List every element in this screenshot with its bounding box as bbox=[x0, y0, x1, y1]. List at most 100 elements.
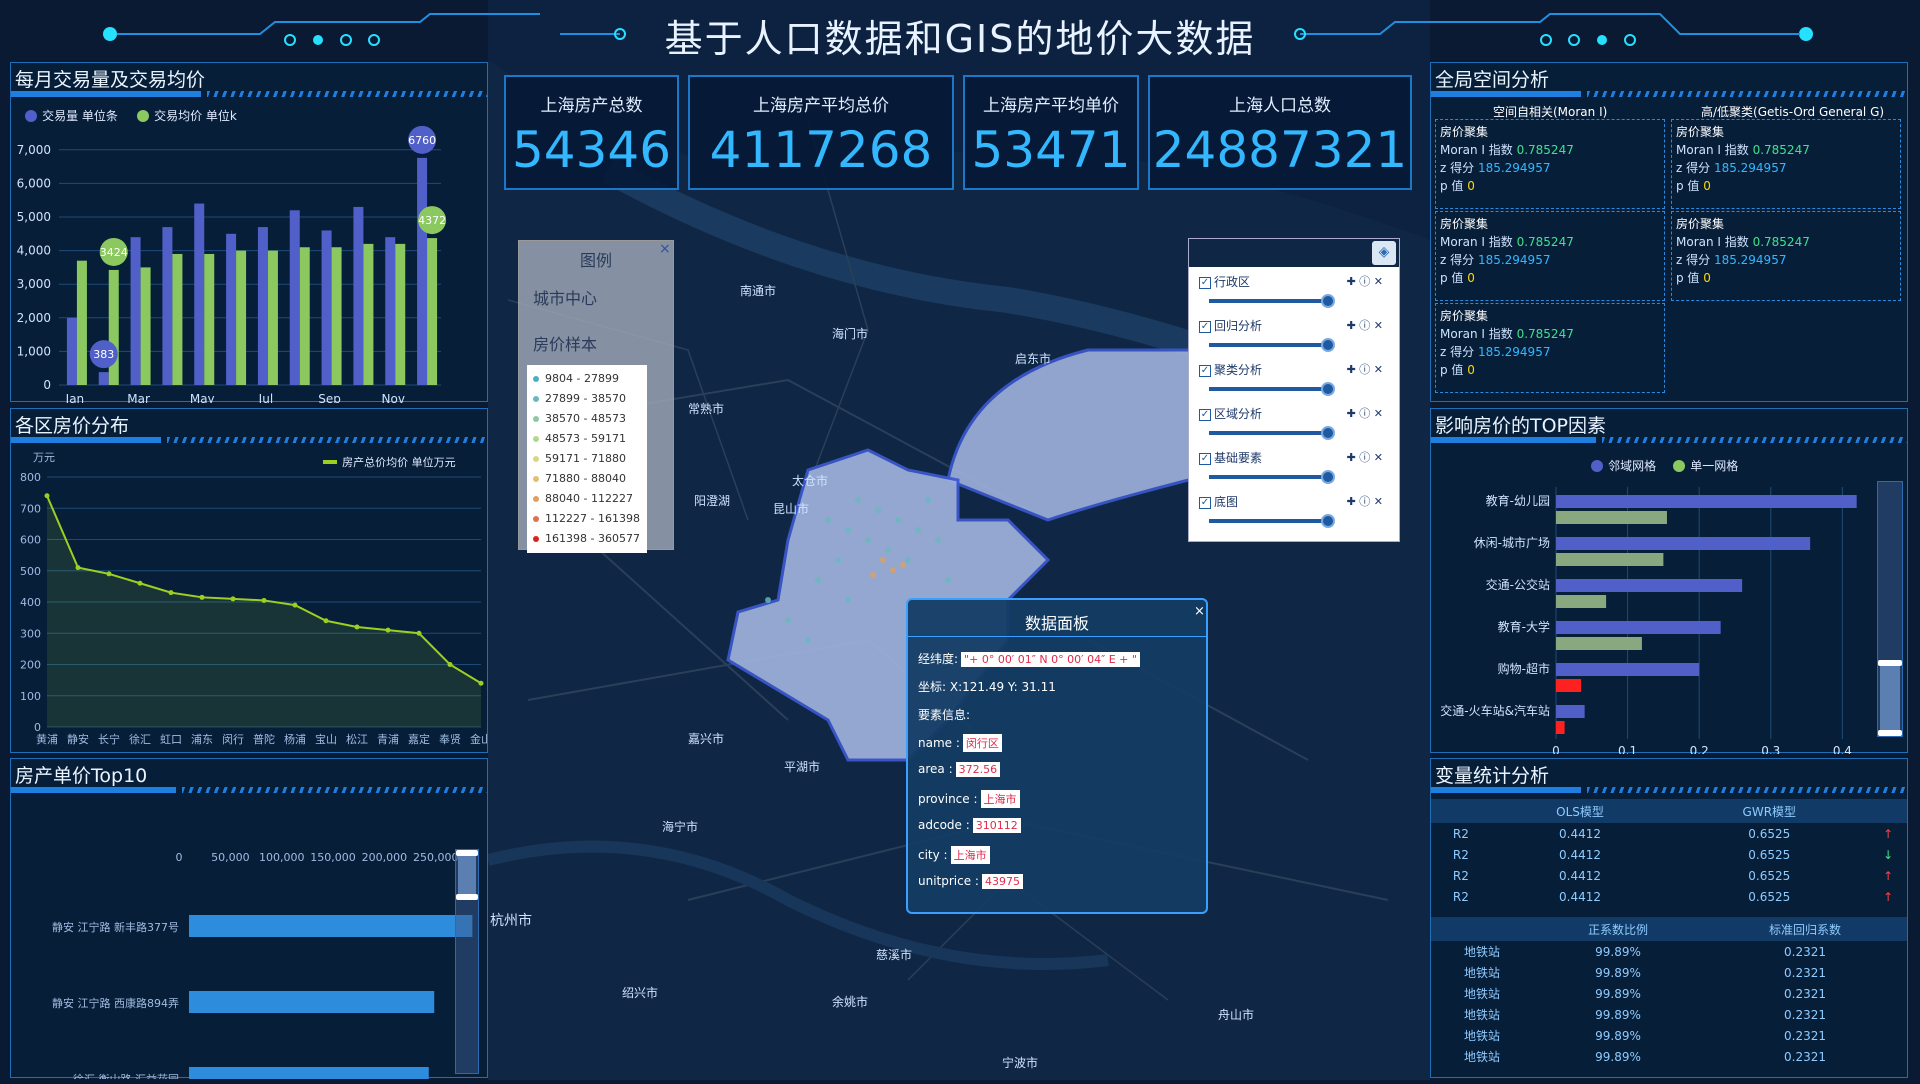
bar[interactable] bbox=[226, 233, 237, 385]
opacity-slider[interactable] bbox=[1209, 338, 1335, 352]
bar[interactable] bbox=[299, 247, 310, 385]
bar[interactable] bbox=[189, 1067, 429, 1079]
layer-item[interactable]: ✓ 基础要素 ✚ ⓘ ✕ bbox=[1199, 449, 1389, 493]
layer-label: 区域分析 bbox=[1214, 407, 1263, 421]
bar[interactable] bbox=[1556, 721, 1565, 734]
field-key: adcode : bbox=[918, 818, 970, 832]
y-tick-label: 400 bbox=[20, 596, 41, 609]
bar[interactable] bbox=[130, 237, 141, 385]
layer-item[interactable]: ✓ 区域分析 ✚ ⓘ ✕ bbox=[1199, 405, 1389, 449]
y-tick-label: 700 bbox=[20, 502, 41, 515]
opacity-slider[interactable] bbox=[1209, 470, 1335, 484]
bar[interactable] bbox=[204, 253, 215, 385]
line-point[interactable] bbox=[137, 580, 143, 586]
line-point[interactable] bbox=[75, 565, 81, 571]
bar[interactable] bbox=[1556, 495, 1857, 508]
line-point[interactable] bbox=[199, 594, 205, 600]
bar[interactable] bbox=[108, 269, 119, 385]
bar[interactable] bbox=[331, 247, 342, 385]
bar[interactable] bbox=[1556, 579, 1743, 592]
checkbox-icon[interactable]: ✓ bbox=[1199, 276, 1211, 289]
bar[interactable] bbox=[1556, 553, 1664, 566]
layer-tools-icon[interactable]: ✚ ⓘ ✕ bbox=[1347, 317, 1383, 333]
layer-tools-icon[interactable]: ✚ ⓘ ✕ bbox=[1347, 361, 1383, 377]
checkbox-icon[interactable]: ✓ bbox=[1199, 364, 1211, 377]
line-point[interactable] bbox=[261, 597, 267, 603]
line-point[interactable] bbox=[168, 590, 174, 596]
bar[interactable] bbox=[189, 915, 473, 937]
layer-tools-icon[interactable]: ✚ ⓘ ✕ bbox=[1347, 449, 1383, 465]
y-tick-label: 5,000 bbox=[17, 210, 51, 224]
x-tick-label: 松江 bbox=[346, 732, 368, 746]
line-point[interactable] bbox=[354, 624, 360, 630]
layer-tools-icon[interactable]: ✚ ⓘ ✕ bbox=[1347, 493, 1383, 509]
close-icon[interactable]: × bbox=[1194, 604, 1205, 619]
line-point[interactable] bbox=[106, 571, 112, 577]
bar[interactable] bbox=[289, 210, 300, 385]
line-point[interactable] bbox=[447, 662, 453, 667]
bar[interactable] bbox=[172, 253, 183, 385]
layers-icon[interactable]: ◈ bbox=[1372, 241, 1396, 265]
zoom-slider[interactable] bbox=[455, 849, 479, 1074]
x-tick-label: Sep bbox=[318, 392, 341, 403]
bar[interactable] bbox=[189, 991, 435, 1013]
checkbox-icon[interactable]: ✓ bbox=[1199, 496, 1211, 509]
bar[interactable] bbox=[1556, 663, 1700, 676]
bar[interactable] bbox=[385, 237, 396, 385]
bar[interactable] bbox=[1556, 705, 1585, 718]
layer-tools-icon[interactable]: ✚ ⓘ ✕ bbox=[1347, 405, 1383, 421]
bar[interactable] bbox=[140, 267, 151, 385]
x-tick-label: 250,000 bbox=[413, 851, 459, 864]
bar[interactable] bbox=[98, 372, 109, 385]
bar[interactable] bbox=[194, 203, 205, 385]
x-tick-label: 青浦 bbox=[377, 733, 399, 746]
table-cell: 0.4412 bbox=[1559, 847, 1601, 862]
line-area bbox=[47, 495, 481, 727]
opacity-slider[interactable] bbox=[1209, 514, 1335, 528]
close-icon[interactable]: × bbox=[659, 241, 671, 257]
zoom-slider[interactable] bbox=[1877, 481, 1903, 737]
chart-legend[interactable]: 交易量 单位条 交易均价 单位k bbox=[25, 105, 237, 124]
opacity-slider[interactable] bbox=[1209, 382, 1335, 396]
line-point[interactable] bbox=[292, 602, 298, 608]
layer-item[interactable]: ✓ 底图 ✚ ⓘ ✕ bbox=[1199, 493, 1389, 537]
line-point[interactable] bbox=[385, 627, 391, 633]
bar[interactable] bbox=[395, 243, 406, 385]
legend-item: 71880 - 88040 bbox=[529, 469, 645, 489]
layer-item[interactable]: ✓ 聚类分析 ✚ ⓘ ✕ bbox=[1199, 361, 1389, 405]
layer-item[interactable]: ✓ 回归分析 ✚ ⓘ ✕ bbox=[1199, 317, 1389, 361]
line-point[interactable] bbox=[323, 618, 329, 624]
bar[interactable] bbox=[363, 243, 374, 385]
variables-panel: 变量统计分析 OLS模型 GWR模型 R2 0.4412 0.6525 ↑ R2 0.4412… bbox=[1430, 758, 1908, 1078]
bar[interactable] bbox=[162, 227, 173, 385]
checkbox-icon[interactable]: ✓ bbox=[1199, 408, 1211, 421]
bar[interactable] bbox=[1556, 679, 1582, 692]
y-tick-label: 交通-火车站&汽车站 bbox=[1440, 703, 1550, 718]
bar[interactable] bbox=[417, 157, 428, 385]
bar[interactable] bbox=[1556, 621, 1721, 634]
bar[interactable] bbox=[76, 260, 87, 385]
checkbox-icon[interactable]: ✓ bbox=[1199, 320, 1211, 333]
bar[interactable] bbox=[1556, 537, 1811, 550]
line-point[interactable] bbox=[416, 630, 422, 636]
bar[interactable] bbox=[236, 250, 247, 385]
bar[interactable] bbox=[1556, 511, 1667, 524]
bar[interactable] bbox=[1556, 595, 1607, 608]
bar[interactable] bbox=[66, 317, 77, 385]
bar[interactable] bbox=[257, 227, 268, 385]
bar[interactable] bbox=[1556, 637, 1642, 650]
line-point[interactable] bbox=[230, 596, 236, 602]
bar[interactable] bbox=[321, 230, 332, 385]
line-point[interactable] bbox=[478, 680, 484, 686]
layer-item[interactable]: ✓ 行政区 ✚ ⓘ ✕ bbox=[1199, 273, 1389, 317]
checkbox-icon[interactable]: ✓ bbox=[1199, 452, 1211, 465]
opacity-slider[interactable] bbox=[1209, 426, 1335, 440]
bar[interactable] bbox=[427, 238, 438, 385]
opacity-slider[interactable] bbox=[1209, 294, 1335, 308]
x-tick-label: 金山 bbox=[470, 732, 487, 746]
line-point[interactable] bbox=[44, 493, 50, 499]
layer-tools-icon[interactable]: ✚ ⓘ ✕ bbox=[1347, 273, 1383, 289]
x-tick-label: 200,000 bbox=[362, 851, 408, 864]
bar[interactable] bbox=[353, 206, 364, 385]
bar[interactable] bbox=[267, 250, 278, 385]
